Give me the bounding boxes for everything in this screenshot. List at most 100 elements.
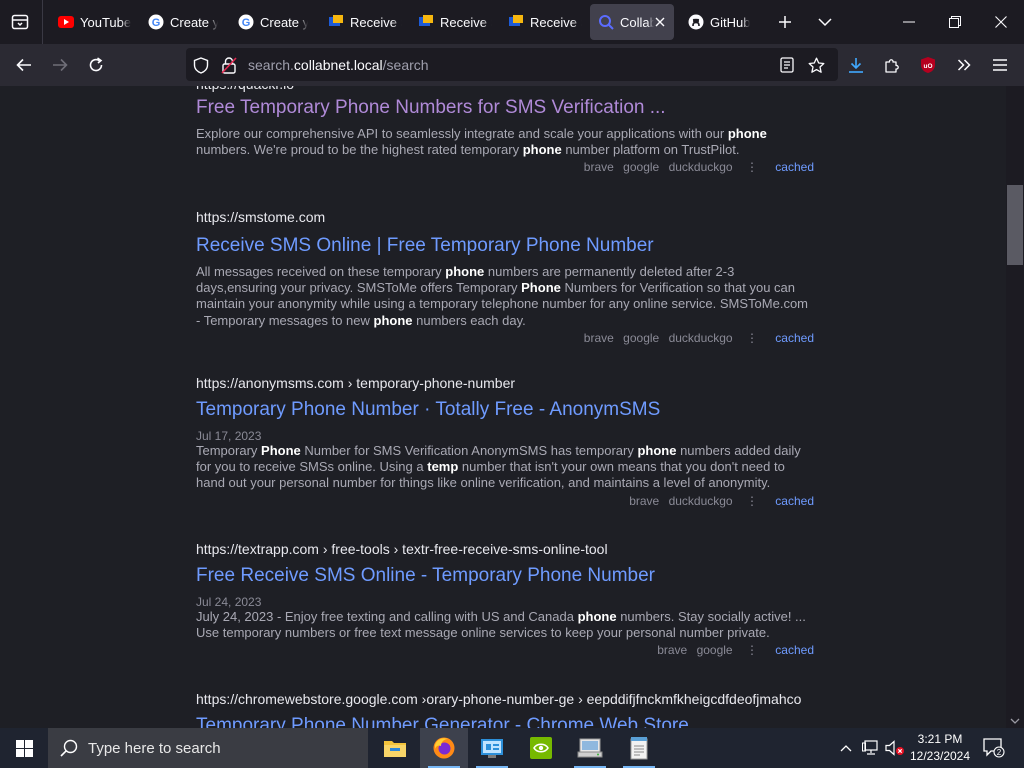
new-tab-button[interactable] bbox=[771, 8, 799, 36]
minimize-window-button[interactable] bbox=[886, 0, 932, 44]
taskbar-search-box[interactable]: Type here to search bbox=[48, 728, 368, 768]
url-text[interactable]: search.collabnet.local/search bbox=[248, 57, 429, 73]
network-drive-icon bbox=[577, 738, 603, 758]
restore-window-button[interactable] bbox=[932, 0, 978, 44]
more-options-icon[interactable]: ⋮ bbox=[746, 331, 758, 345]
tab-title: Receive S bbox=[530, 14, 582, 30]
engine-brave-label: brave bbox=[629, 493, 660, 508]
snippet-text: Temporary bbox=[196, 443, 262, 458]
windows-taskbar: Type here to search 3:21 PM 12/23/2024 2 bbox=[0, 728, 1024, 768]
result-engines: brave google duckduckgo ⋮ cached bbox=[196, 160, 814, 176]
search-results-page: https://quackr.io Free Temporary Phone N… bbox=[0, 86, 1006, 728]
engine-google-label: google bbox=[696, 643, 733, 658]
tab-title: Receive S bbox=[440, 14, 492, 30]
result-url[interactable]: https://textrapp.com › free-tools › text… bbox=[196, 541, 814, 559]
receive-sms-icon bbox=[328, 14, 344, 30]
bookmark-star-icon[interactable] bbox=[807, 56, 825, 74]
more-options-icon[interactable]: ⋮ bbox=[746, 494, 758, 508]
forward-button[interactable] bbox=[45, 50, 75, 80]
taskbar-notepad[interactable] bbox=[615, 728, 663, 768]
chevron-up-icon bbox=[840, 745, 852, 752]
start-button[interactable] bbox=[0, 728, 48, 768]
tab-receive-sms-3[interactable]: Receive S bbox=[500, 4, 586, 40]
cached-link[interactable]: cached bbox=[775, 160, 814, 174]
tab-separator bbox=[42, 0, 43, 44]
tab-github[interactable]: GitHub bbox=[680, 4, 766, 40]
page-scrollbar[interactable] bbox=[1006, 86, 1024, 728]
app-menu-button[interactable] bbox=[985, 50, 1015, 80]
tab-collabnet-active[interactable]: Collab bbox=[590, 4, 674, 40]
search-result: https://textrapp.com › free-tools › text… bbox=[196, 541, 814, 659]
downloads-button[interactable] bbox=[841, 50, 871, 80]
result-snippet: Explore our comprehensive API to seamles… bbox=[196, 126, 814, 158]
reload-button[interactable] bbox=[81, 50, 111, 80]
tab-google-create-2[interactable]: G Create yo bbox=[230, 4, 316, 40]
engine-brave-label: brave bbox=[583, 330, 614, 345]
notification-icon: 2 bbox=[983, 738, 1005, 758]
taskbar-nvidia[interactable] bbox=[517, 728, 565, 768]
youtube-icon bbox=[58, 14, 74, 30]
tab-title: GitHub bbox=[710, 14, 751, 30]
control-panel-icon bbox=[481, 739, 503, 758]
firefox-icon bbox=[433, 737, 455, 759]
notification-count: 2 bbox=[997, 748, 1002, 757]
taskbar-network-drive[interactable] bbox=[566, 728, 614, 768]
scrollbar-thumb[interactable] bbox=[1007, 185, 1023, 265]
tab-receive-sms-2[interactable]: Receive S bbox=[410, 4, 496, 40]
snippet-text: All messages received on these temporary bbox=[196, 264, 446, 279]
tab-google-create-1[interactable]: G Create yo bbox=[140, 4, 226, 40]
engine-google-label: google bbox=[623, 330, 660, 345]
close-tab-icon[interactable] bbox=[652, 14, 668, 30]
google-icon: G bbox=[238, 14, 254, 30]
cached-link[interactable]: cached bbox=[775, 643, 814, 657]
ublock-origin-button[interactable]: uO bbox=[913, 50, 943, 80]
system-clock[interactable]: 3:21 PM 12/23/2024 bbox=[904, 731, 976, 765]
list-all-tabs-button[interactable] bbox=[6, 8, 34, 36]
result-url[interactable]: https://chromewebstore.google.com ›orary… bbox=[196, 691, 814, 709]
snippet-keyword: Phone bbox=[521, 280, 561, 296]
toolbar-overflow-button[interactable] bbox=[949, 50, 979, 80]
result-title-link[interactable]: Free Temporary Phone Numbers for SMS Ver… bbox=[196, 97, 814, 119]
result-snippet: Temporary Phone Number for SMS Verificat… bbox=[196, 443, 814, 492]
result-title-link[interactable]: Receive SMS Online | Free Temporary Phon… bbox=[196, 235, 814, 257]
result-snippet: July 24, 2023 - Enjoy free texting and c… bbox=[196, 609, 814, 641]
show-hidden-icons-button[interactable] bbox=[836, 738, 856, 758]
shield-icon[interactable] bbox=[192, 56, 210, 74]
double-chevron-right-icon bbox=[957, 59, 971, 71]
reader-view-icon[interactable] bbox=[778, 56, 796, 74]
result-url[interactable]: https://quackr.io bbox=[196, 86, 814, 94]
taskbar-firefox[interactable] bbox=[420, 728, 468, 768]
cached-link[interactable]: cached bbox=[775, 494, 814, 508]
result-title-link[interactable]: Free Receive SMS Online - Temporary Phon… bbox=[196, 565, 814, 587]
cached-link[interactable]: cached bbox=[775, 331, 814, 345]
network-status-icon[interactable] bbox=[861, 738, 881, 758]
taskbar-file-explorer[interactable] bbox=[371, 728, 419, 768]
result-title-link[interactable]: Temporary Phone Number · Totally Free - … bbox=[196, 399, 814, 421]
minimize-icon bbox=[903, 21, 915, 23]
download-icon bbox=[849, 58, 863, 73]
more-options-icon[interactable]: ⋮ bbox=[746, 160, 758, 174]
close-window-button[interactable] bbox=[978, 0, 1024, 44]
url-path: /search bbox=[382, 57, 429, 73]
more-options-icon[interactable]: ⋮ bbox=[746, 643, 758, 657]
taskbar-control-panel[interactable] bbox=[468, 728, 516, 768]
restore-icon bbox=[949, 16, 961, 28]
volume-muted-icon[interactable] bbox=[885, 738, 905, 758]
tab-overflow-button[interactable] bbox=[811, 8, 839, 36]
result-url[interactable]: https://smstome.com bbox=[196, 209, 814, 227]
result-title-link[interactable]: Temporary Phone Number Generator - Chrom… bbox=[196, 715, 814, 728]
tab-youtube[interactable]: YouTube bbox=[50, 4, 136, 40]
engine-duckduckgo-label: duckduckgo bbox=[668, 493, 733, 508]
result-url[interactable]: https://anonymsms.com › temporary-phone-… bbox=[196, 375, 814, 393]
scroll-down-arrow-icon[interactable] bbox=[1010, 716, 1020, 726]
tab-list-icon bbox=[11, 14, 29, 30]
tab-title: Create yo bbox=[260, 14, 308, 30]
tab-receive-sms-1[interactable]: Receive S bbox=[320, 4, 406, 40]
insecure-lock-icon[interactable] bbox=[220, 56, 238, 74]
svg-text:G: G bbox=[242, 17, 251, 29]
address-bar[interactable]: search.collabnet.local/search bbox=[186, 48, 838, 81]
result-date: Jul 17, 2023 bbox=[196, 429, 262, 443]
back-button[interactable] bbox=[9, 50, 39, 80]
extensions-button[interactable] bbox=[877, 50, 907, 80]
notification-center-button[interactable]: 2 bbox=[982, 738, 1006, 758]
